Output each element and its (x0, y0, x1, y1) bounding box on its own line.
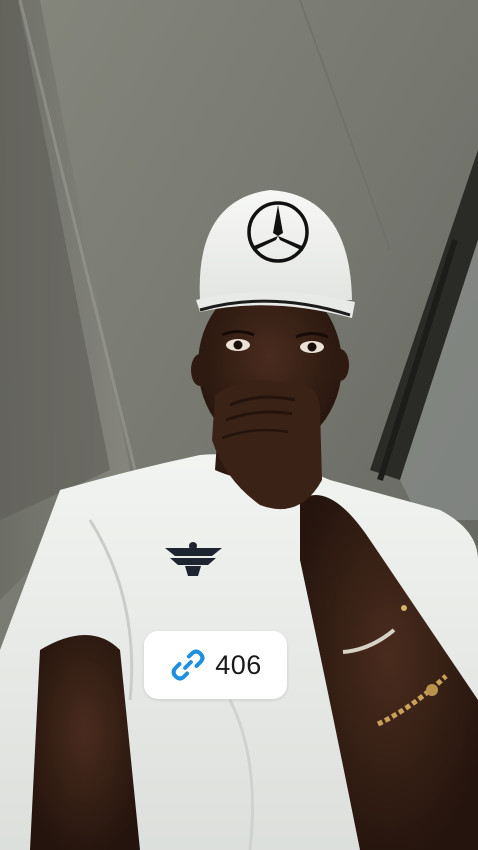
link-sticker[interactable]: 406 (144, 631, 287, 699)
link-icon (171, 649, 205, 681)
story-photo (0, 0, 478, 850)
story-viewer: 406 (0, 0, 478, 850)
link-click-count: 406 (215, 649, 262, 680)
